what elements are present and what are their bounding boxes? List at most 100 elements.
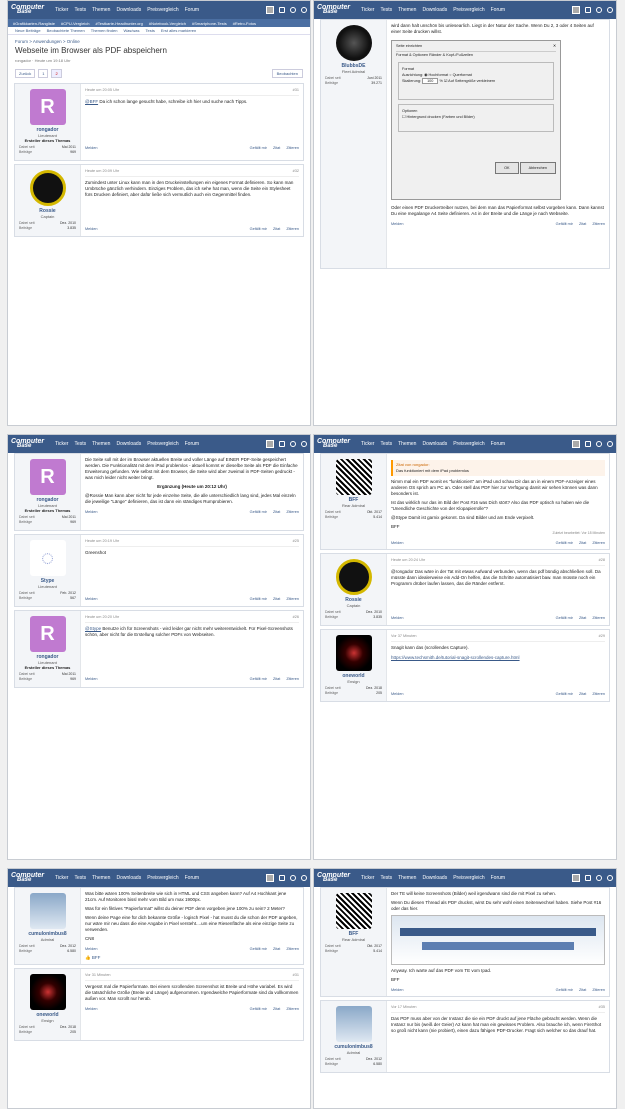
- post-number[interactable]: #31: [293, 972, 299, 978]
- quote-button[interactable]: Zitat: [273, 1006, 280, 1012]
- reply-button[interactable]: Zitieren: [286, 676, 299, 682]
- page-1-button[interactable]: 1: [38, 69, 49, 78]
- nav-tests[interactable]: Tests: [380, 441, 392, 447]
- like-button[interactable]: Gefällt mir: [250, 226, 267, 232]
- nav-downloads[interactable]: Downloads: [422, 7, 447, 13]
- post-date[interactable]: Vor 31 Minuten: [85, 972, 111, 978]
- search-icon[interactable]: [301, 441, 307, 447]
- mention-link[interactable]: @Stype: [85, 626, 101, 631]
- avatar[interactable]: [266, 874, 274, 882]
- nav-downloads[interactable]: Downloads: [422, 441, 447, 447]
- reply-button[interactable]: Zitieren: [286, 226, 299, 232]
- report-link[interactable]: Melden: [391, 221, 403, 227]
- search-icon[interactable]: [607, 875, 613, 881]
- like-button[interactable]: Gefällt mir: [250, 946, 267, 952]
- nav-downloads[interactable]: Downloads: [116, 875, 141, 881]
- post-number[interactable]: #31: [293, 87, 299, 93]
- report-link[interactable]: Melden: [85, 226, 97, 232]
- quote-button[interactable]: Zitat: [273, 946, 280, 952]
- report-link[interactable]: Melden: [391, 987, 403, 993]
- report-link[interactable]: Melden: [391, 615, 403, 621]
- post-date[interactable]: Heute um 20:24 Uhr: [391, 557, 425, 563]
- quote-button[interactable]: Zitat: [579, 987, 586, 993]
- mail-icon[interactable]: [585, 7, 591, 13]
- nav-themen[interactable]: Themen: [398, 441, 416, 447]
- external-link[interactable]: https://www.techsmith.de/tutorial-snagit…: [391, 655, 605, 661]
- sub-nav-item[interactable]: Neue Beiträge: [15, 28, 41, 33]
- avatar[interactable]: [572, 440, 580, 448]
- nav-tests[interactable]: Tests: [74, 441, 86, 447]
- post-number[interactable]: #28: [599, 557, 605, 563]
- nav-forum[interactable]: Forum: [491, 441, 505, 447]
- nav-forum[interactable]: Forum: [491, 7, 505, 13]
- avatar[interactable]: R: [29, 616, 66, 652]
- mail-icon[interactable]: [279, 875, 285, 881]
- avatar[interactable]: [29, 893, 66, 929]
- nav-themen[interactable]: Themen: [92, 875, 110, 881]
- avatar[interactable]: [29, 170, 66, 206]
- site-logo[interactable]: Computer Base: [11, 872, 49, 883]
- post-number[interactable]: #26: [293, 614, 299, 620]
- nav-ticker[interactable]: Ticker: [361, 441, 374, 447]
- like-button[interactable]: Gefällt mir: [556, 987, 573, 993]
- nav-forum[interactable]: Forum: [185, 875, 199, 881]
- avatar[interactable]: [335, 559, 372, 595]
- report-link[interactable]: Melden: [85, 509, 97, 515]
- nav-ticker[interactable]: Ticker: [55, 441, 68, 447]
- bell-icon[interactable]: [596, 875, 602, 881]
- avatar[interactable]: [266, 440, 274, 448]
- mention-link[interactable]: @BFF: [85, 99, 98, 104]
- bell-icon[interactable]: [596, 7, 602, 13]
- search-icon[interactable]: [301, 875, 307, 881]
- post-date[interactable]: Heute um 20:09 Uhr: [85, 168, 119, 174]
- avatar[interactable]: [335, 459, 372, 495]
- watch-button[interactable]: Beobachten: [271, 69, 303, 78]
- quote-button[interactable]: Zitat: [273, 226, 280, 232]
- avatar[interactable]: R: [29, 89, 66, 125]
- search-icon[interactable]: [607, 441, 613, 447]
- like-button[interactable]: Gefällt mir: [250, 676, 267, 682]
- reply-button[interactable]: Zitieren: [592, 540, 605, 546]
- landscape-radio[interactable]: Querformat: [453, 73, 472, 77]
- tag-link[interactable]: #Retro‑Fotos: [233, 21, 256, 26]
- report-link[interactable]: Melden: [85, 946, 97, 952]
- like-button[interactable]: Gefällt mir: [556, 540, 573, 546]
- reply-button[interactable]: Zitieren: [286, 509, 299, 515]
- site-logo[interactable]: Computer Base: [317, 438, 355, 449]
- like-button[interactable]: Gefällt mir: [556, 615, 573, 621]
- nav-themen[interactable]: Themen: [92, 441, 110, 447]
- scale-input[interactable]: 100: [422, 78, 439, 84]
- nav-tests[interactable]: Tests: [74, 7, 86, 13]
- reply-button[interactable]: Zitieren: [286, 145, 299, 151]
- nav-ticker[interactable]: Ticker: [55, 7, 68, 13]
- tag-link[interactable]: #Smartphone-Tests: [192, 21, 227, 26]
- post-date[interactable]: Heute um 20:19 Uhr: [85, 538, 119, 544]
- report-link[interactable]: Melden: [85, 1006, 97, 1012]
- bell-icon[interactable]: [290, 441, 296, 447]
- report-link[interactable]: Melden: [391, 691, 403, 697]
- post-date[interactable]: Heute um 20:05 Uhr: [85, 87, 119, 93]
- nav-themen[interactable]: Themen: [398, 7, 416, 13]
- report-link[interactable]: Melden: [391, 540, 403, 546]
- nav-themen[interactable]: Themen: [398, 875, 416, 881]
- nav-ticker[interactable]: Ticker: [361, 875, 374, 881]
- site-logo[interactable]: Computer Base: [317, 4, 355, 15]
- quote-button[interactable]: Zitat: [579, 615, 586, 621]
- avatar[interactable]: [266, 6, 274, 14]
- nav-ticker[interactable]: Ticker: [55, 875, 68, 881]
- nav-themen[interactable]: Themen: [92, 7, 110, 13]
- bell-icon[interactable]: [290, 7, 296, 13]
- nav-preisvergleich[interactable]: Preisvergleich: [147, 875, 178, 881]
- sub-nav-item[interactable]: Beobachtete Themen: [47, 28, 85, 33]
- nav-tests[interactable]: Tests: [380, 875, 392, 881]
- back-button[interactable]: Zurück: [15, 69, 36, 78]
- post-number[interactable]: #32: [293, 168, 299, 174]
- nav-preisvergleich[interactable]: Preisvergleich: [147, 7, 178, 13]
- quote-button[interactable]: Zitat: [579, 691, 586, 697]
- portrait-radio[interactable]: Hochformat: [429, 73, 449, 77]
- mail-icon[interactable]: [585, 441, 591, 447]
- quote-button[interactable]: Zitat: [273, 596, 280, 602]
- avatar[interactable]: [29, 974, 66, 1010]
- dialog-tabs[interactable]: Format & Optionen Ränder & Kopf-/Fußzeil…: [396, 52, 556, 58]
- tag-link[interactable]: #Grafikkarten-Rangliste: [13, 21, 55, 26]
